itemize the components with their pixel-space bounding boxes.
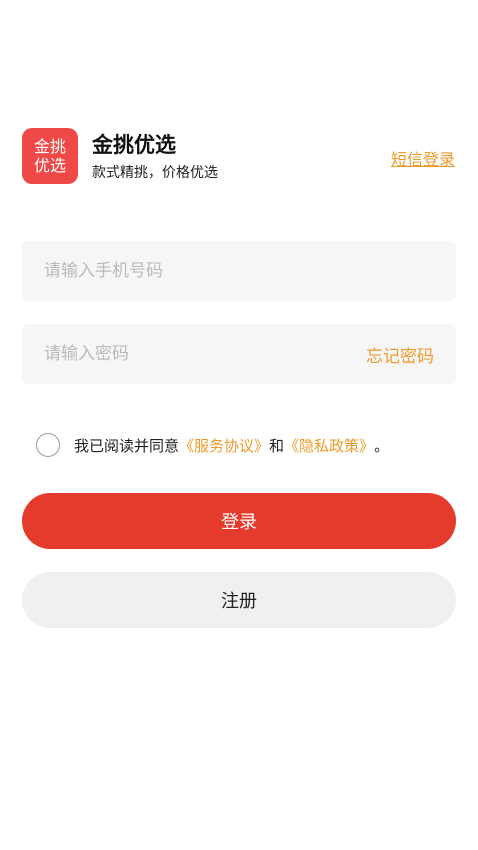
phone-input[interactable]: [44, 261, 434, 281]
logo-text-line2: 优选: [33, 156, 66, 175]
agreement-checkbox[interactable]: [36, 433, 60, 457]
service-agreement-link[interactable]: 《服务协议》: [179, 435, 269, 456]
sms-login-link[interactable]: 短信登录: [391, 146, 455, 170]
password-input[interactable]: [44, 344, 366, 364]
agreement-suffix: 。: [374, 436, 390, 455]
app-slogan: 款式精挑，价格优选: [92, 165, 218, 181]
password-field: 忘记密码: [22, 324, 456, 384]
phone-field: [22, 241, 456, 301]
login-page: 金挑 优选 金挑优选 款式精挑，价格优选 短信登录 忘记密码 我已阅读并同意 《…: [0, 0, 478, 850]
login-button[interactable]: 登录: [22, 493, 456, 549]
app-name: 金挑优选: [92, 133, 176, 157]
logo-text-line1: 金挑: [33, 137, 66, 156]
agreement-row: 我已阅读并同意 《服务协议》 和 《隐私政策》 。: [36, 433, 389, 457]
agreement-prefix: 我已阅读并同意: [74, 436, 180, 455]
privacy-policy-link[interactable]: 《隐私政策》: [284, 435, 374, 456]
app-logo: 金挑 优选: [22, 128, 78, 184]
forgot-password-link[interactable]: 忘记密码: [366, 342, 434, 367]
agreement-conjunction: 和: [269, 436, 285, 455]
register-button[interactable]: 注册: [22, 572, 456, 628]
